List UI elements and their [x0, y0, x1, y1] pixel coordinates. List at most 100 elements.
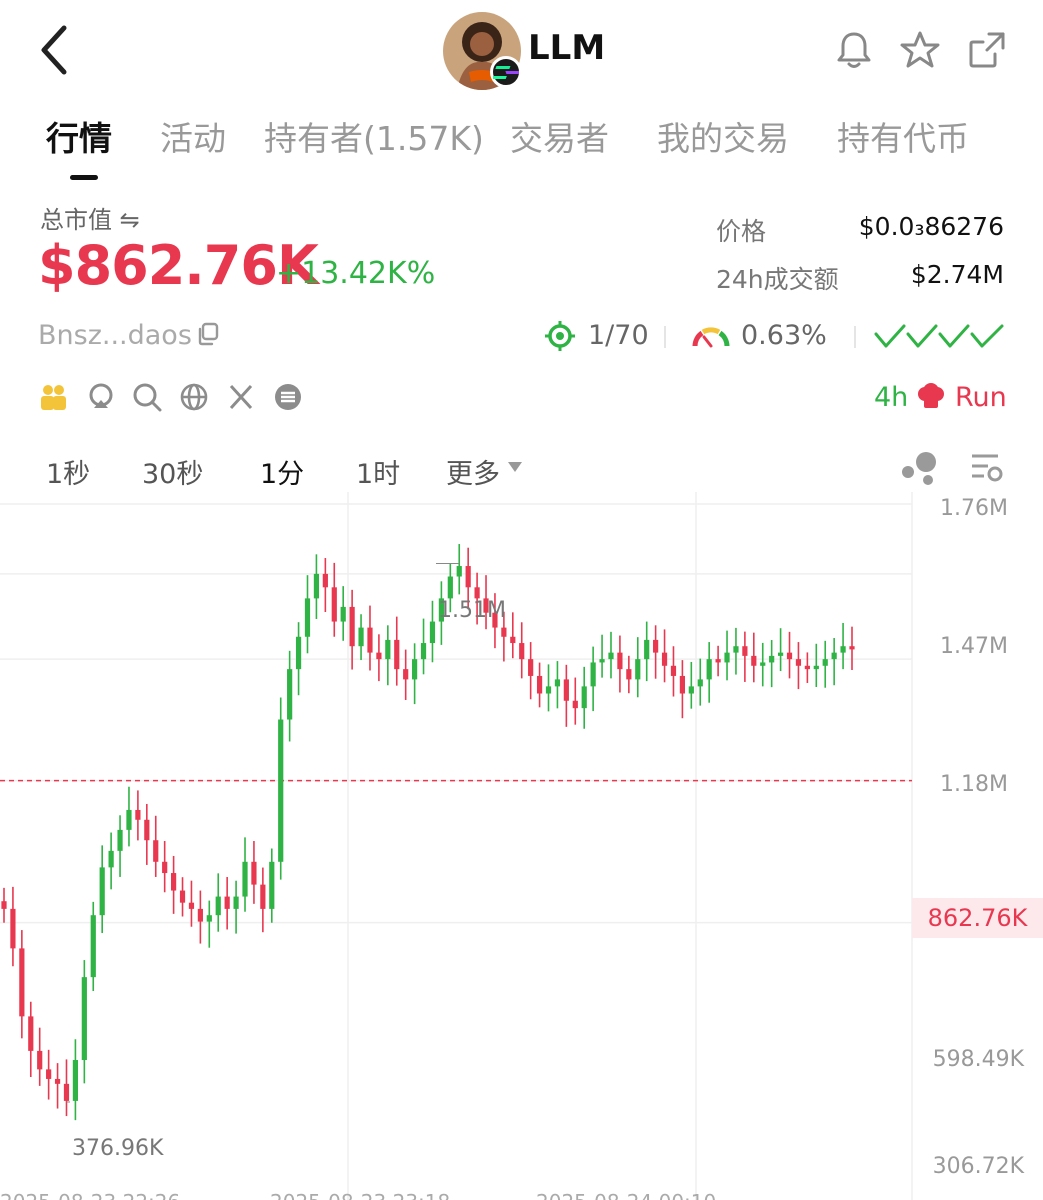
tab-traders[interactable]: 交易者 [510, 112, 609, 160]
x-axis-label: 2025-08-23 22:26 [0, 1190, 180, 1200]
current-price-tag: 862.76K [912, 898, 1043, 938]
indicator-bubbles-icon[interactable] [900, 450, 940, 486]
candle-body [733, 646, 739, 653]
candle [28, 1001, 34, 1077]
candle-body [545, 686, 552, 694]
candle [599, 634, 605, 678]
candle-body [626, 669, 632, 680]
candle-body [117, 829, 123, 851]
timeframe-1s[interactable]: 1秒 [46, 452, 90, 491]
copy-icon[interactable] [196, 322, 220, 346]
candle [813, 643, 819, 688]
x-axis-label: 2025-08-23 23:18 [270, 1190, 450, 1200]
bell-icon[interactable] [832, 28, 876, 72]
community-icon[interactable] [38, 382, 68, 412]
divider [664, 326, 666, 348]
timeframe-1h[interactable]: 1时 [356, 452, 400, 491]
candle-body [81, 977, 87, 1061]
chevron-down-icon [508, 462, 522, 472]
candle-body [19, 948, 25, 1017]
candle-body [590, 662, 596, 687]
candlestick-chart[interactable] [0, 492, 1043, 1200]
candle [581, 666, 587, 729]
candle [394, 616, 400, 686]
candle-body [287, 669, 293, 720]
candle-body [63, 1083, 70, 1101]
globe-icon[interactable] [179, 382, 209, 412]
candle [617, 635, 623, 693]
dev-icon[interactable] [86, 382, 116, 412]
candle [278, 697, 284, 880]
candle [769, 640, 775, 688]
solana-icon [490, 56, 522, 88]
x-twitter-icon[interactable] [226, 382, 256, 412]
search-icon[interactable] [132, 382, 162, 412]
candle-body [554, 679, 561, 687]
candle [313, 554, 320, 619]
candle-body [260, 884, 266, 909]
y-axis-label: 598.49K [932, 1047, 1024, 1072]
candle [420, 618, 427, 675]
candle [412, 643, 418, 705]
star-icon[interactable] [898, 28, 942, 72]
candle [644, 621, 650, 682]
candle-body [188, 902, 195, 909]
candle-body [769, 655, 775, 663]
candle [242, 837, 248, 912]
run-label[interactable]: Run [955, 382, 1007, 413]
tab-holders[interactable]: 持有者(1.57K) [264, 112, 484, 160]
candle [822, 640, 828, 688]
back-arrow-icon[interactable] [36, 22, 76, 78]
share-icon[interactable] [965, 28, 1009, 72]
market-cap-label[interactable]: 总市值 ⇋ [40, 200, 140, 235]
candle-body [429, 621, 436, 644]
candle-body [679, 675, 685, 694]
candle [429, 600, 436, 663]
candle-body [153, 840, 159, 862]
candle-body [322, 573, 328, 588]
tab-my-trades[interactable]: 我的交易 [657, 112, 789, 160]
candle [653, 625, 659, 679]
timeframe-30s[interactable]: 30秒 [142, 452, 203, 491]
candle [849, 626, 855, 670]
candle-body [742, 646, 748, 656]
candle-body [162, 861, 168, 874]
candle-body [617, 652, 623, 670]
menu-circle-icon[interactable] [273, 382, 303, 412]
x-axis-label: 2025-08-24 00:10 [536, 1190, 716, 1200]
tab-holdings[interactable]: 持有代币 [837, 112, 969, 160]
candle [349, 589, 355, 670]
candle-body [840, 646, 846, 653]
candle-body [519, 643, 525, 660]
candle-body [635, 659, 641, 680]
candles-group [1, 544, 855, 1121]
tab-market[interactable]: 行情 [46, 112, 112, 160]
candle-body [760, 662, 766, 666]
candle [688, 661, 694, 709]
candle-body [1, 901, 7, 909]
candle [1, 887, 7, 923]
tab-activity[interactable]: 活动 [160, 112, 226, 160]
risk-percentage: 0.63% [741, 320, 827, 351]
timeframe-more[interactable]: 更多 [446, 452, 500, 491]
candle-body [688, 686, 694, 694]
candle-body [72, 1060, 79, 1101]
candle [724, 630, 730, 681]
candle [46, 1049, 52, 1100]
candle [144, 803, 150, 865]
candle [197, 890, 203, 944]
contract-address[interactable]: Bnsz...daos [38, 320, 192, 351]
timeframe-1m[interactable]: 1分 [260, 452, 304, 491]
candle [635, 637, 641, 698]
candle [179, 877, 186, 917]
candle-body [528, 659, 534, 676]
price-value: $0.0₃86276 [858, 212, 1004, 241]
token-name: LLM [528, 28, 606, 68]
candle [715, 645, 721, 677]
candle [367, 605, 373, 671]
candle-body [474, 587, 480, 599]
candle [760, 642, 766, 687]
y-axis-label: 1.76M [940, 496, 1008, 521]
chart-settings-icon[interactable] [968, 450, 1004, 486]
candle-body [670, 665, 677, 676]
